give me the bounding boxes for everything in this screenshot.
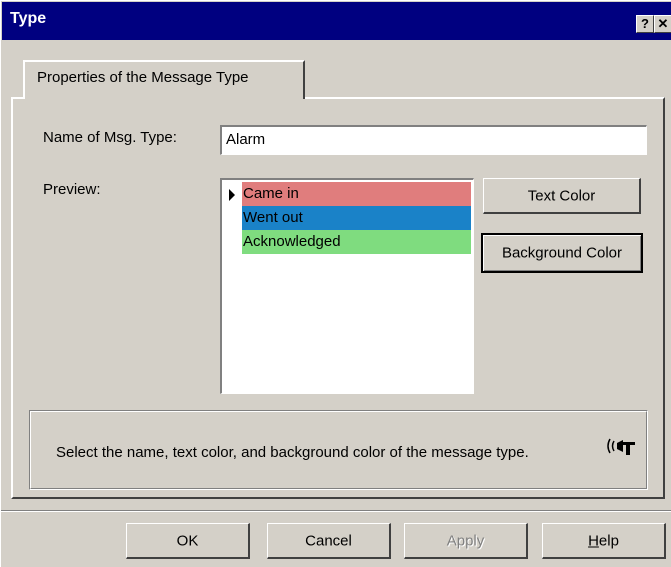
background-color-button[interactable]: Background Color <box>481 233 643 273</box>
bottom-separator <box>1 510 671 512</box>
tab-properties[interactable]: Properties of the Message Type <box>23 60 305 99</box>
ok-button[interactable]: OK <box>126 523 250 559</box>
close-button[interactable]: ✕ <box>654 15 671 33</box>
text-color-button-label: Text Color <box>527 187 596 204</box>
name-field-value: Alarm <box>226 131 266 148</box>
horn-icon <box>607 438 635 455</box>
help-title-button[interactable]: ? <box>636 15 654 33</box>
help-button[interactable]: Help <box>542 523 666 559</box>
preview-listbox[interactable]: Came in Went out Acknowledged <box>220 178 474 394</box>
name-label: Name of Msg. Type: <box>43 129 177 146</box>
background-color-button-label: Background Color <box>501 244 623 262</box>
pointer-arrow-icon <box>229 189 235 201</box>
tab-label: Properties of the Message Type <box>37 69 249 86</box>
preview-label: Preview: <box>43 181 101 198</box>
list-item[interactable]: Acknowledged <box>242 230 471 254</box>
list-item[interactable]: Went out <box>242 206 471 230</box>
window-title: Type <box>10 10 47 27</box>
type-dialog: Type ? ✕ Properties of the Message Type … <box>0 0 671 567</box>
close-icon: ✕ <box>657 16 669 31</box>
text-color-button[interactable]: Text Color <box>483 178 641 214</box>
cancel-button-label: Cancel <box>305 532 352 549</box>
title-bar[interactable]: Type ? ✕ <box>2 2 671 40</box>
apply-button-label: Apply <box>446 532 485 549</box>
info-box: Select the name, text color, and backgro… <box>29 410 648 490</box>
help-button-label: Help <box>588 532 619 549</box>
name-field[interactable]: Alarm <box>220 125 647 155</box>
info-text: Select the name, text color, and backgro… <box>56 444 529 461</box>
apply-button[interactable]: Apply <box>404 523 528 559</box>
ok-button-label: OK <box>176 532 199 549</box>
cancel-button[interactable]: Cancel <box>267 523 391 559</box>
list-item[interactable]: Came in <box>242 182 471 206</box>
